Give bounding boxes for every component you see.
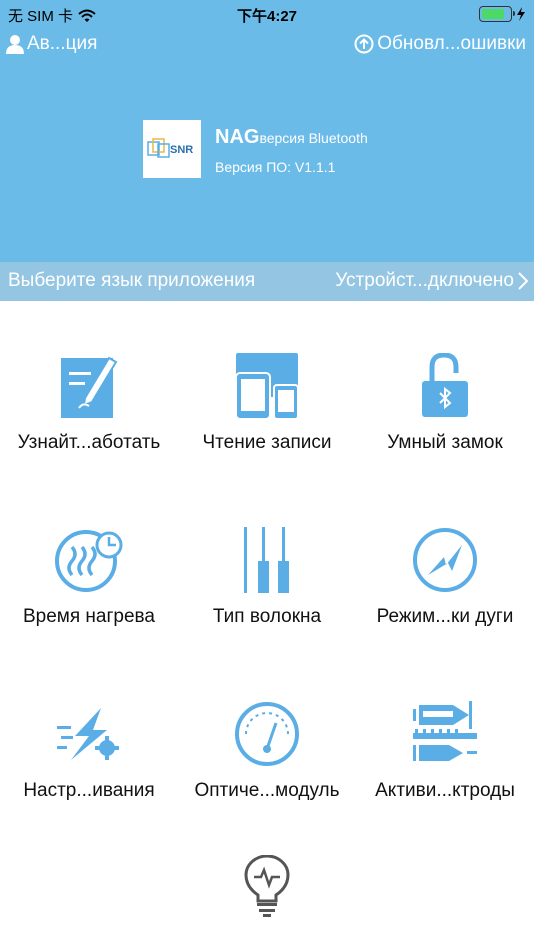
menu-item-label: Оптиче...модуль bbox=[194, 780, 340, 801]
menu-item-lightbulb[interactable] bbox=[178, 823, 356, 950]
menu-item-fiber-type[interactable]: Тип волокна bbox=[178, 475, 356, 649]
top-nav: Ав...ция Обновл...ошивки bbox=[0, 33, 534, 61]
device-variant: версия Bluetooth bbox=[259, 130, 368, 146]
device-title: NAGверсия Bluetooth bbox=[215, 126, 368, 149]
edit-note-icon bbox=[54, 351, 124, 421]
menu-item-label: Тип волокна bbox=[212, 606, 322, 627]
menu-item-label: Режим...ки дуги bbox=[376, 606, 514, 627]
battery-group bbox=[479, 6, 526, 22]
menu-item-electrodes[interactable]: Активи...ктроды bbox=[356, 649, 534, 823]
chevron-right-icon bbox=[518, 272, 528, 290]
upload-circle-icon bbox=[354, 34, 374, 54]
devices-icon bbox=[232, 351, 302, 421]
bluetooth-lock-icon bbox=[410, 351, 480, 421]
menu-item-settings[interactable]: Настр...ивания bbox=[0, 649, 178, 823]
language-bar: Выберите язык приложения Устройст...дклю… bbox=[0, 262, 534, 301]
status-bar: 无 SIM 卡 下午4:27 bbox=[0, 0, 534, 28]
firmware-version: Версия ПО: V1.1.1 bbox=[215, 159, 336, 175]
menu-item-label: Умный замок bbox=[387, 432, 503, 453]
fiber-type-icon bbox=[232, 525, 302, 595]
battery-fill bbox=[482, 9, 505, 19]
charging-icon bbox=[517, 7, 525, 21]
update-label: Обновл...ошивки bbox=[377, 33, 526, 54]
menu-item-label: Время нагрева bbox=[22, 606, 155, 627]
menu-item-heat-time[interactable]: Время нагрева bbox=[0, 475, 178, 649]
electrodes-icon bbox=[410, 699, 480, 769]
device-status-button[interactable]: Устройст...дключено bbox=[335, 270, 528, 292]
language-select-button[interactable]: Выберите язык приложения bbox=[8, 270, 255, 292]
gauge-icon bbox=[232, 699, 302, 769]
auth-label: Ав...ция bbox=[27, 33, 98, 54]
auth-button[interactable]: Ав...ция bbox=[6, 33, 97, 55]
heat-timer-icon bbox=[54, 525, 124, 595]
arc-mode-icon bbox=[410, 525, 480, 595]
svg-text:SNR: SNR bbox=[170, 144, 193, 156]
status-time: 下午4:27 bbox=[236, 8, 298, 25]
device-card: SNR NAGверсия Bluetooth Версия ПО: V1.1.… bbox=[143, 120, 368, 178]
menu-item-label: Настр...ивания bbox=[23, 780, 155, 801]
menu-item-label: Активи...ктроды bbox=[375, 780, 515, 801]
snr-logo: SNR bbox=[143, 120, 201, 178]
menu-item-label: Узнайт...аботать bbox=[17, 432, 161, 453]
menu-item-arc-mode[interactable]: Режим...ки дуги bbox=[356, 475, 534, 649]
menu-item-smart-lock[interactable]: Умный замок bbox=[356, 301, 534, 475]
battery-icon bbox=[479, 6, 515, 22]
firmware-update-button[interactable]: Обновл...ошивки bbox=[354, 33, 526, 55]
menu-item-learn[interactable]: Узнайт...аботать bbox=[0, 301, 178, 475]
menu-item-read-records[interactable]: Чтение записи bbox=[178, 301, 356, 475]
menu-item-label: Чтение записи bbox=[202, 432, 332, 453]
device-info: NAGверсия Bluetooth Версия ПО: V1.1.1 bbox=[215, 120, 368, 178]
device-model: NAG bbox=[215, 126, 260, 148]
menu-item-optical-module[interactable]: Оптиче...модуль bbox=[178, 649, 356, 823]
header: 无 SIM 卡 下午4:27 Ав...ция Обновл...ошивки … bbox=[0, 0, 534, 262]
lightbulb-icon bbox=[232, 851, 302, 921]
user-icon bbox=[6, 35, 24, 54]
settings-lightning-icon bbox=[54, 699, 124, 769]
device-status-label: Устройст...дключено bbox=[335, 270, 514, 291]
